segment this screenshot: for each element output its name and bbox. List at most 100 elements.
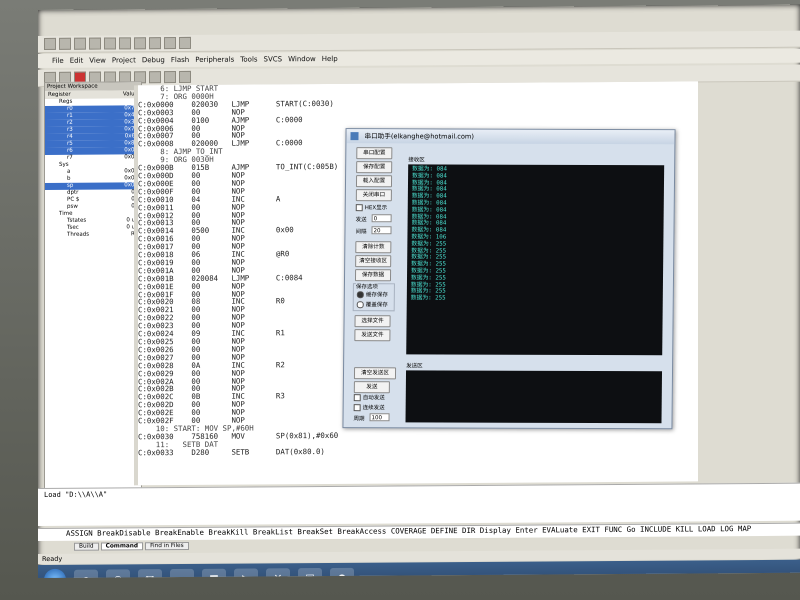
status-text: Ready — [42, 554, 63, 563]
save-config-button[interactable]: 保存配置 — [356, 161, 393, 174]
command-help: ASSIGN BreakDisable BreakEnable BreakKil… — [66, 524, 752, 538]
memory-window-icon[interactable] — [164, 71, 176, 84]
project-workspace: Project Workspace Register Value Regs r0… — [44, 81, 142, 494]
auto-send-checkbox[interactable] — [353, 394, 361, 402]
screen: File Edit View Project Debug Flash Peripherals… — [38, 4, 800, 578]
bottom-tabs: Build Command Find in Files — [74, 541, 189, 551]
register-name: r6 — [67, 147, 73, 154]
register-name: b — [67, 175, 71, 182]
register-name: r5 — [67, 140, 73, 147]
save-options-label: 保存选项 — [355, 282, 378, 291]
port-config-button[interactable]: 串口配置 — [356, 147, 393, 160]
menu-project[interactable]: Project — [112, 56, 136, 64]
register-name: Threads — [67, 231, 90, 238]
save-options-group: 保存选项 缓存保存 覆盖保存 — [352, 282, 395, 312]
command-line[interactable]: ASSIGN BreakDisable BreakEnable BreakKil… — [38, 522, 800, 541]
save-icon[interactable] — [74, 37, 86, 50]
hex-display-check[interactable]: HEX显示 — [355, 203, 388, 212]
send-area[interactable] — [405, 370, 663, 424]
close-port-button[interactable]: 关闭串口 — [355, 189, 392, 202]
cycle-label: 周期 — [353, 416, 365, 423]
interval-field[interactable]: 20 — [371, 226, 392, 235]
cycle-field[interactable]: 100 — [369, 413, 390, 422]
cut-icon[interactable] — [104, 37, 116, 50]
menu-file[interactable]: File — [52, 57, 64, 65]
register-name: psw — [67, 203, 78, 210]
receive-area[interactable]: 数据为: 084 数据为: 084 数据为: 084 数据为: 084 数据为: 084… — [406, 164, 665, 356]
send-button[interactable]: 发送 — [353, 381, 390, 394]
clear-receive-button[interactable]: 清空接收区 — [355, 255, 392, 268]
menu-view[interactable]: View — [89, 57, 106, 65]
paste-icon[interactable] — [134, 37, 146, 50]
register-name: sp — [67, 182, 74, 189]
register-name: r2 — [67, 119, 73, 126]
register-name: Tstates — [67, 217, 87, 224]
output-window: Load "D:\\A\\A" — [38, 482, 800, 526]
overwrite-save-radio[interactable]: 覆盖保存 — [356, 300, 388, 309]
tool-icon[interactable]: ■ — [202, 568, 226, 578]
auto-send-check[interactable]: 自动发送 — [353, 393, 385, 402]
menu-peripherals[interactable]: Peripherals — [195, 56, 234, 64]
send-area-label: 发送区 — [406, 363, 423, 370]
menu-tools[interactable]: Tools — [240, 55, 257, 63]
disassembly-window-icon[interactable] — [149, 71, 161, 84]
register-name: r3 — [67, 126, 73, 133]
copy-icon[interactable] — [119, 37, 131, 50]
save-data-button[interactable]: 保存数据 — [354, 269, 392, 282]
explorer-icon[interactable]: ▭ — [170, 568, 194, 578]
bottom-tab[interactable]: Command — [100, 542, 144, 551]
buffer-save-radio[interactable]: 缓存保存 — [356, 290, 388, 299]
hex-display-label: HEX显示 — [364, 205, 388, 212]
chrome-icon[interactable]: ◉ — [106, 569, 130, 578]
register-name: r7 — [67, 154, 73, 161]
menu-window[interactable]: Window — [288, 55, 316, 63]
send-count-field[interactable]: 0 — [371, 214, 392, 223]
receive-area-label: 接收区 — [408, 157, 425, 164]
overwrite-save-radio-dot[interactable] — [356, 301, 364, 309]
buffer-save-radio-dot[interactable] — [356, 291, 364, 299]
dialog-titlebar[interactable]: 串口助手(elkanghe@hotmail.com) — [346, 129, 675, 145]
new-file-icon[interactable] — [44, 37, 56, 50]
overwrite-save-label: 覆盖保存 — [365, 302, 388, 309]
register-name: r1 — [67, 112, 73, 119]
send-count-label: 发送 — [355, 217, 367, 224]
find-icon[interactable] — [179, 36, 191, 50]
clear-send-button[interactable]: 清空发送区 — [353, 367, 397, 380]
received-line: 数据为: 255 — [410, 295, 446, 302]
undo-icon[interactable] — [149, 37, 161, 50]
continuous-send-checkbox[interactable] — [353, 404, 361, 412]
disassembly-line[interactable]: C:0x0033 D280 SETB DAT(0x80.0) — [138, 445, 698, 457]
save-all-icon[interactable] — [89, 37, 101, 50]
dialog-title: 串口助手(elkanghe@hotmail.com) — [364, 132, 474, 141]
register-time-row[interactable]: ThreadsRu — [45, 231, 141, 239]
redo-icon[interactable] — [164, 37, 176, 50]
continuous-send-label: 连续发送 — [362, 405, 385, 412]
clear-count-button[interactable]: 清除计数 — [355, 241, 392, 254]
ie-icon[interactable]: e — [74, 569, 98, 578]
output-line: Load "D:\\A\\A" — [44, 490, 108, 499]
register-col: Register — [48, 91, 71, 98]
start-button[interactable] — [44, 568, 66, 578]
open-file-icon[interactable] — [59, 37, 71, 50]
bottom-tab[interactable]: Build — [74, 542, 99, 551]
continuous-send-check[interactable]: 连续发送 — [353, 403, 385, 412]
serial-assistant-dialog: 串口助手(elkanghe@hotmail.com) 串口配置 保存配置 载入配… — [342, 128, 676, 430]
register-name: a — [67, 168, 71, 175]
serial-window-icon[interactable] — [179, 70, 191, 84]
menu-flash[interactable]: Flash — [171, 56, 189, 64]
menu-svcs[interactable]: SVCS — [264, 55, 283, 63]
select-file-button[interactable]: 选择文件 — [354, 315, 391, 328]
menu-help[interactable]: Help — [322, 55, 338, 63]
send-file-button[interactable]: 发送文件 — [354, 329, 391, 342]
hex-checkbox[interactable] — [355, 204, 363, 212]
interval-label: 间隔 — [355, 229, 367, 236]
chat-icon[interactable]: ✉ — [138, 569, 162, 578]
menu-debug[interactable]: Debug — [142, 56, 165, 64]
menu-edit[interactable]: Edit — [70, 57, 84, 65]
load-config-button[interactable]: 载入配置 — [355, 175, 393, 188]
register-name: r0 — [67, 105, 73, 112]
auto-send-label: 自动发送 — [362, 395, 385, 402]
bottom-tab[interactable]: Find in Files — [145, 541, 189, 551]
register-name: r4 — [67, 133, 73, 140]
buffer-save-label: 缓存保存 — [365, 292, 388, 299]
